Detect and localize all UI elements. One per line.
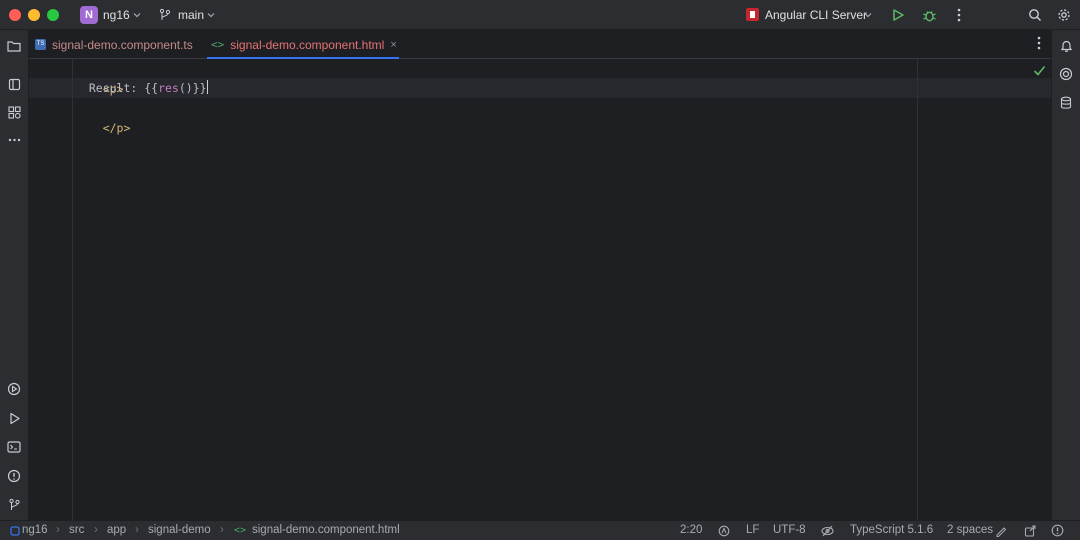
structure-icon <box>7 105 21 119</box>
title-bar: N ng16 main Angular CLI Server <box>0 0 1080 30</box>
right-tool-strip <box>1051 30 1080 520</box>
breadcrumb-separator: › <box>135 524 139 536</box>
problems-tool-button[interactable] <box>6 468 22 484</box>
tab-label: signal-demo.component.ts <box>52 37 193 52</box>
close-p-tag: </p> <box>102 121 131 135</box>
more-vertical-icon <box>1037 36 1041 50</box>
close-window-button[interactable] <box>9 9 21 21</box>
chevron-down-icon[interactable] <box>132 10 142 20</box>
more-actions-button[interactable] <box>950 6 968 24</box>
breadcrumb-separator: › <box>56 524 60 536</box>
code-text: Result: {{ <box>75 81 159 95</box>
code-line-3[interactable]: </p> <box>75 98 131 135</box>
debug-button[interactable] <box>920 6 938 24</box>
git-tool-button[interactable] <box>6 497 22 513</box>
breadcrumb-src[interactable]: src <box>69 524 84 536</box>
structure-tool-button[interactable] <box>6 104 22 120</box>
spiral-icon <box>1059 67 1073 81</box>
encoding-selector[interactable]: UTF-8 <box>773 524 806 536</box>
tab-actions-button[interactable] <box>1037 36 1041 53</box>
no-problems-check-icon[interactable] <box>1033 65 1046 76</box>
minimize-window-button[interactable] <box>28 9 40 21</box>
module-icon <box>10 526 20 536</box>
run-icon <box>893 9 904 21</box>
more-vertical-icon <box>957 8 961 22</box>
terminal-icon <box>7 441 21 453</box>
more-horizontal-icon <box>8 138 20 142</box>
terminal-tool-button[interactable] <box>6 439 22 455</box>
lock-file-icon[interactable] <box>1024 525 1036 537</box>
breadcrumb-ng16[interactable]: ng16 <box>22 524 48 536</box>
folder-icon <box>7 41 21 52</box>
breadcrumb-app[interactable]: app <box>107 524 126 536</box>
code-line-2[interactable]: Result: {{res()}} <box>75 78 208 98</box>
bug-icon <box>922 10 936 21</box>
close-tab-button[interactable]: × <box>390 39 396 51</box>
bookmark-icon <box>8 78 20 90</box>
breadcrumb-separator: › <box>220 524 224 536</box>
git-branch-icon <box>8 498 20 510</box>
run-button[interactable] <box>889 6 907 24</box>
left-tool-strip <box>0 30 29 520</box>
project-name[interactable]: ng16 <box>103 8 130 22</box>
code-text-tail: ()}} <box>178 81 207 95</box>
breadcrumb-signal-demo[interactable]: signal-demo <box>148 524 211 536</box>
status-bar: ng16 › src › app › signal-demo › <> sign… <box>0 520 1080 540</box>
run-icon <box>9 412 20 424</box>
run-tool-button[interactable] <box>6 410 22 426</box>
angular-config-icon <box>746 8 759 21</box>
line-ending-selector[interactable]: LF <box>746 524 759 536</box>
branch-name[interactable]: main <box>178 8 204 22</box>
tab-signal-demo-component-html[interactable]: <> signal-demo.component.html × <box>207 30 399 59</box>
eye-off-icon[interactable] <box>821 525 834 537</box>
database-button[interactable] <box>1058 95 1074 111</box>
project-tool-button[interactable] <box>6 38 22 54</box>
zoom-window-button[interactable] <box>47 9 59 21</box>
chevron-down-icon[interactable] <box>206 10 216 20</box>
commit-tool-button[interactable] <box>6 76 22 92</box>
indent-selector[interactable]: 2 spaces <box>947 524 993 536</box>
language-service-indicator[interactable]: TypeScript 5.1.6 <box>850 524 933 536</box>
code-editor[interactable]: <p> Result: {{res()}} </p> <box>29 59 1051 520</box>
html-file-icon: <> <box>234 525 247 536</box>
search-everywhere-button[interactable] <box>1026 6 1044 24</box>
more-tools-button[interactable] <box>6 132 22 148</box>
caret-position[interactable]: 2:20 <box>680 524 702 536</box>
html-file-icon: <> <box>211 38 225 51</box>
database-icon <box>1060 96 1072 109</box>
git-branch-icon[interactable] <box>158 8 172 22</box>
line-gutter[interactable] <box>29 59 73 520</box>
run-configuration-selector[interactable]: Angular CLI Server <box>765 8 867 22</box>
services-icon <box>7 382 21 396</box>
bell-icon <box>1060 40 1072 52</box>
typescript-file-icon: TS <box>35 39 46 50</box>
gear-icon <box>1058 9 1070 21</box>
code-line-1[interactable]: <p> <box>75 59 124 96</box>
breadcrumb-file[interactable]: signal-demo.component.html <box>252 524 400 536</box>
tab-signal-demo-component-ts[interactable]: TS signal-demo.component.ts <box>33 30 205 59</box>
text-caret <box>206 80 208 94</box>
code-identifier: res <box>158 81 179 95</box>
editor-tab-bar: TS signal-demo.component.ts <> signal-de… <box>29 30 1051 59</box>
problems-icon[interactable] <box>1051 524 1064 537</box>
project-badge[interactable]: N <box>80 6 98 24</box>
settings-button[interactable] <box>1055 6 1073 24</box>
right-margin-guide <box>917 59 918 520</box>
chevron-down-icon[interactable] <box>863 10 873 20</box>
notifications-button[interactable] <box>1058 38 1074 54</box>
ai-assistant-button[interactable] <box>1058 66 1074 82</box>
breadcrumb-separator: › <box>94 524 98 536</box>
search-icon <box>1029 9 1042 22</box>
tab-label: signal-demo.component.html <box>230 37 385 52</box>
ai-icon[interactable] <box>718 525 730 537</box>
problems-icon <box>7 469 21 483</box>
services-tool-button[interactable] <box>6 381 22 397</box>
code-style-icon[interactable] <box>995 525 1007 537</box>
